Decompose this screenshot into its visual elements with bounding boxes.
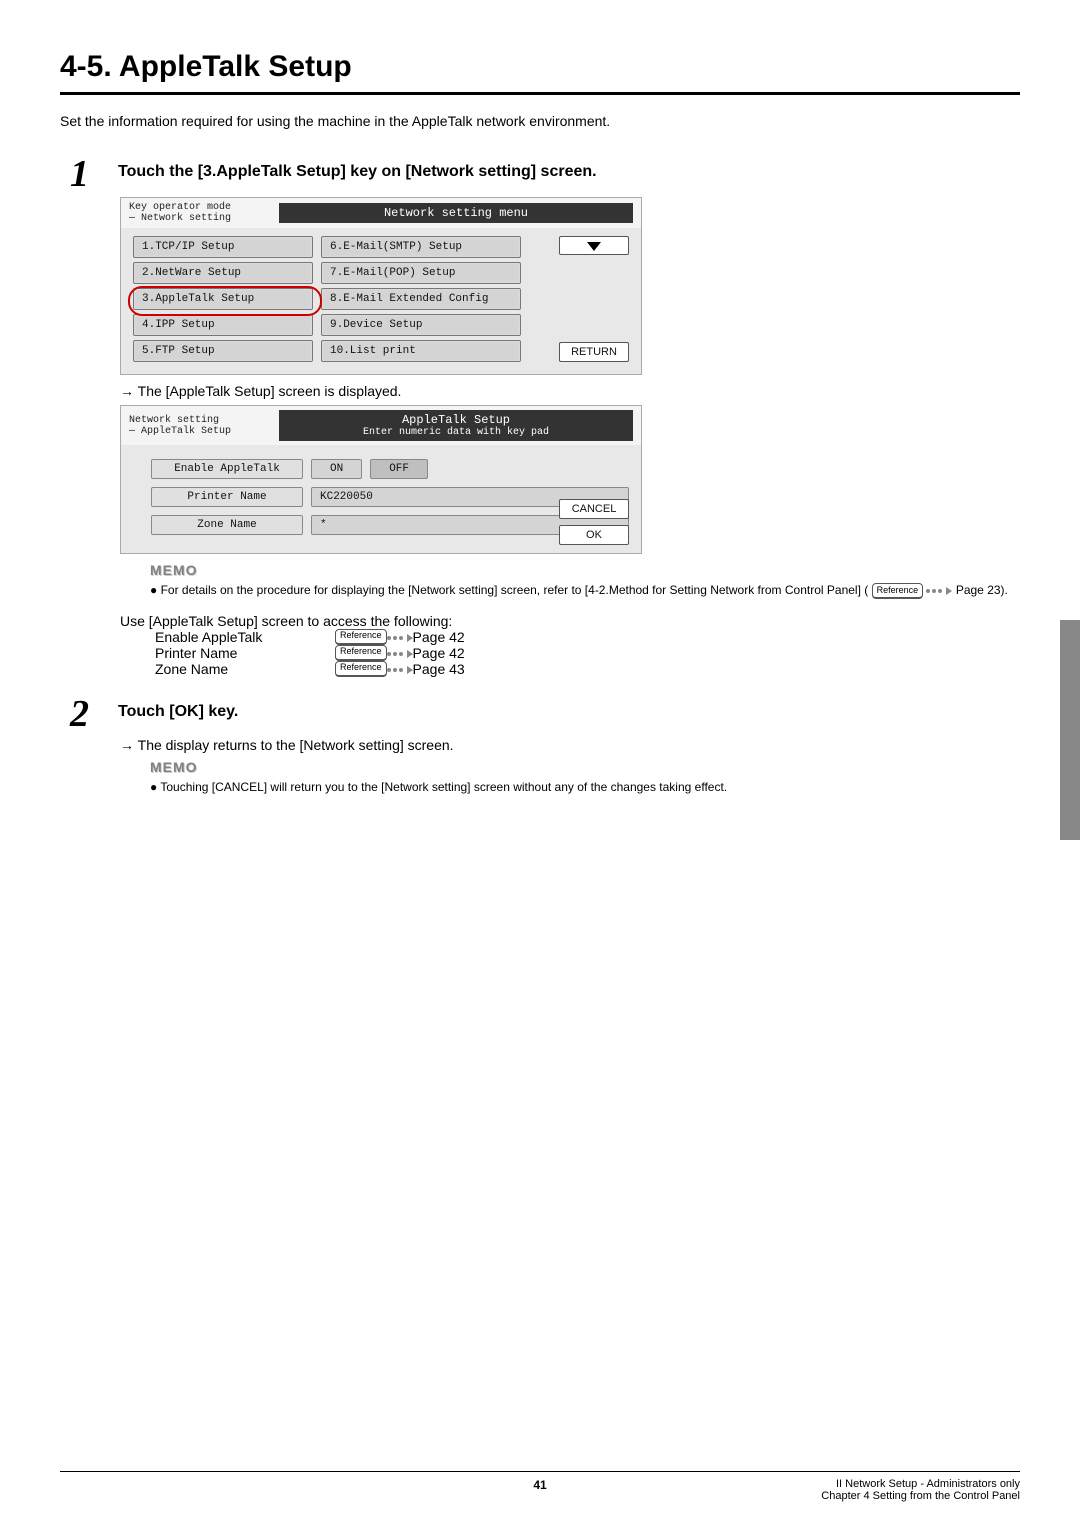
- memo1-part-a: For details on the procedure for display…: [161, 583, 869, 597]
- step-2-text: Touch [OK] key.: [118, 699, 238, 721]
- breadcrumb2-line1: Network setting: [129, 415, 279, 426]
- page-title: 4-5. AppleTalk Setup: [60, 50, 1020, 84]
- dots-icon-a0: [387, 629, 413, 645]
- panel-1-header: Key operator mode — Network setting Netw…: [121, 198, 641, 228]
- access-zone-page: Page 43: [413, 661, 465, 677]
- step-1-text: Touch the [3.AppleTalk Setup] key on [Ne…: [118, 159, 597, 181]
- reference-badge-a2: Reference: [335, 661, 387, 677]
- memo-label-2: MEMO: [150, 759, 1020, 775]
- memo-label-1: MEMO: [150, 562, 1020, 578]
- breadcrumb-line1: Key operator mode: [129, 202, 279, 213]
- step-1: 1 Touch the [3.AppleTalk Setup] key on […: [70, 159, 1020, 189]
- panel-1-breadcrumb: Key operator mode — Network setting: [129, 202, 279, 224]
- title-rule: [60, 92, 1020, 95]
- page-footer: 41 II Network Setup - Administrators onl…: [0, 1464, 1080, 1502]
- panel-1-mid-col: 6.E-Mail(SMTP) Setup 7.E-Mail(POP) Setup…: [321, 236, 521, 362]
- dots-icon-a1: [387, 645, 413, 661]
- appletalk-setup-button[interactable]: 3.AppleTalk Setup: [133, 288, 313, 310]
- dots-icon-memo1: [926, 583, 952, 597]
- zone-name-label: Zone Name: [151, 515, 303, 535]
- enable-appletalk-label: Enable AppleTalk: [151, 459, 303, 479]
- pop-setup-button[interactable]: 7.E-Mail(POP) Setup: [321, 262, 521, 284]
- ok-button[interactable]: OK: [559, 525, 629, 545]
- network-setting-menu-panel: Key operator mode — Network setting Netw…: [120, 197, 642, 375]
- memo1-part-b: Page 23).: [956, 583, 1008, 597]
- breadcrumb2-line2: — AppleTalk Setup: [129, 426, 279, 437]
- intro-text: Set the information required for using t…: [60, 113, 1020, 129]
- footer-rule: [60, 1471, 1020, 1472]
- zone-name-row: Zone Name *: [151, 515, 629, 535]
- access-enable-page: Page 42: [413, 629, 465, 645]
- footer-line1: II Network Setup - Administrators only: [821, 1478, 1020, 1490]
- access-row-printer: Printer Name Reference Page 42: [155, 645, 1020, 661]
- tcpip-setup-button[interactable]: 1.TCP/IP Setup: [133, 236, 313, 258]
- memo-text-1: ● For details on the procedure for displ…: [150, 581, 1020, 599]
- memo-text-2: ● Touching [CANCEL] will return you to t…: [150, 778, 1020, 796]
- step-2-number: 2: [70, 699, 100, 729]
- enable-on-button[interactable]: ON: [311, 459, 362, 479]
- list-print-button[interactable]: 10.List print: [321, 340, 521, 362]
- step-2: 2 Touch [OK] key.: [70, 699, 1020, 729]
- access-enable-label: Enable AppleTalk: [155, 629, 335, 645]
- step-1-number: 1: [70, 159, 100, 189]
- ipp-setup-button[interactable]: 4.IPP Setup: [133, 314, 313, 336]
- enable-appletalk-row: Enable AppleTalk ON OFF: [151, 459, 629, 479]
- panel-1-body: 1.TCP/IP Setup 2.NetWare Setup 3.AppleTa…: [121, 228, 641, 374]
- result-note-1: → The [AppleTalk Setup] screen is displa…: [120, 383, 1020, 399]
- panel-2-title-bar: AppleTalk Setup Enter numeric data with …: [279, 410, 633, 441]
- side-tab: [1060, 620, 1080, 840]
- access-intro: Use [AppleTalk Setup] screen to access t…: [120, 613, 1020, 629]
- enable-off-button[interactable]: OFF: [370, 459, 428, 479]
- ftp-setup-button[interactable]: 5.FTP Setup: [133, 340, 313, 362]
- access-row-zone: Zone Name Reference Page 43: [155, 661, 1020, 677]
- panel-2-header: Network setting — AppleTalk Setup AppleT…: [121, 406, 641, 445]
- memo2-text: Touching [CANCEL] will return you to the…: [160, 780, 727, 794]
- panel-2-breadcrumb: Network setting — AppleTalk Setup: [129, 415, 279, 437]
- panel-2-title: AppleTalk Setup: [287, 413, 625, 427]
- panel-1-title: Network setting menu: [279, 203, 633, 223]
- access-row-enable: Enable AppleTalk Reference Page 42: [155, 629, 1020, 645]
- access-printer-page: Page 42: [413, 645, 465, 661]
- reference-badge-a1: Reference: [335, 645, 387, 661]
- reference-badge-a0: Reference: [335, 629, 387, 645]
- panel-1-side-col: RETURN: [559, 236, 629, 362]
- footer-line2: Chapter 4 Setting from the Control Panel: [821, 1490, 1020, 1502]
- panel-2-subtitle: Enter numeric data with key pad: [287, 427, 625, 438]
- access-printer-label: Printer Name: [155, 645, 335, 661]
- access-block: Use [AppleTalk Setup] screen to access t…: [120, 613, 1020, 677]
- device-setup-button[interactable]: 9.Device Setup: [321, 314, 521, 336]
- netware-setup-button[interactable]: 2.NetWare Setup: [133, 262, 313, 284]
- dots-icon-a2: [387, 661, 413, 677]
- access-zone-label: Zone Name: [155, 661, 335, 677]
- footer-right: II Network Setup - Administrators only C…: [821, 1478, 1020, 1502]
- smtp-setup-button[interactable]: 6.E-Mail(SMTP) Setup: [321, 236, 521, 258]
- return-button[interactable]: RETURN: [559, 342, 629, 362]
- email-extended-button[interactable]: 8.E-Mail Extended Config: [321, 288, 521, 310]
- footer-page-number: 41: [533, 1478, 546, 1492]
- scroll-down-button[interactable]: [559, 236, 629, 255]
- printer-name-label: Printer Name: [151, 487, 303, 507]
- footer-row: 41 II Network Setup - Administrators onl…: [60, 1478, 1020, 1502]
- result-note-2: → The display returns to the [Network se…: [120, 737, 1020, 753]
- panel-1-left-col: 1.TCP/IP Setup 2.NetWare Setup 3.AppleTa…: [133, 236, 313, 362]
- reference-badge-memo1: Reference: [872, 583, 924, 600]
- breadcrumb-line2: — Network setting: [129, 213, 279, 224]
- panel-2-body: Enable AppleTalk ON OFF Printer Name KC2…: [121, 445, 641, 553]
- arrow-down-icon: [587, 242, 601, 251]
- panel-2-side-col: CANCEL OK: [559, 499, 629, 545]
- cancel-button[interactable]: CANCEL: [559, 499, 629, 519]
- appletalk-setup-panel: Network setting — AppleTalk Setup AppleT…: [120, 405, 642, 554]
- printer-name-row: Printer Name KC220050: [151, 487, 629, 507]
